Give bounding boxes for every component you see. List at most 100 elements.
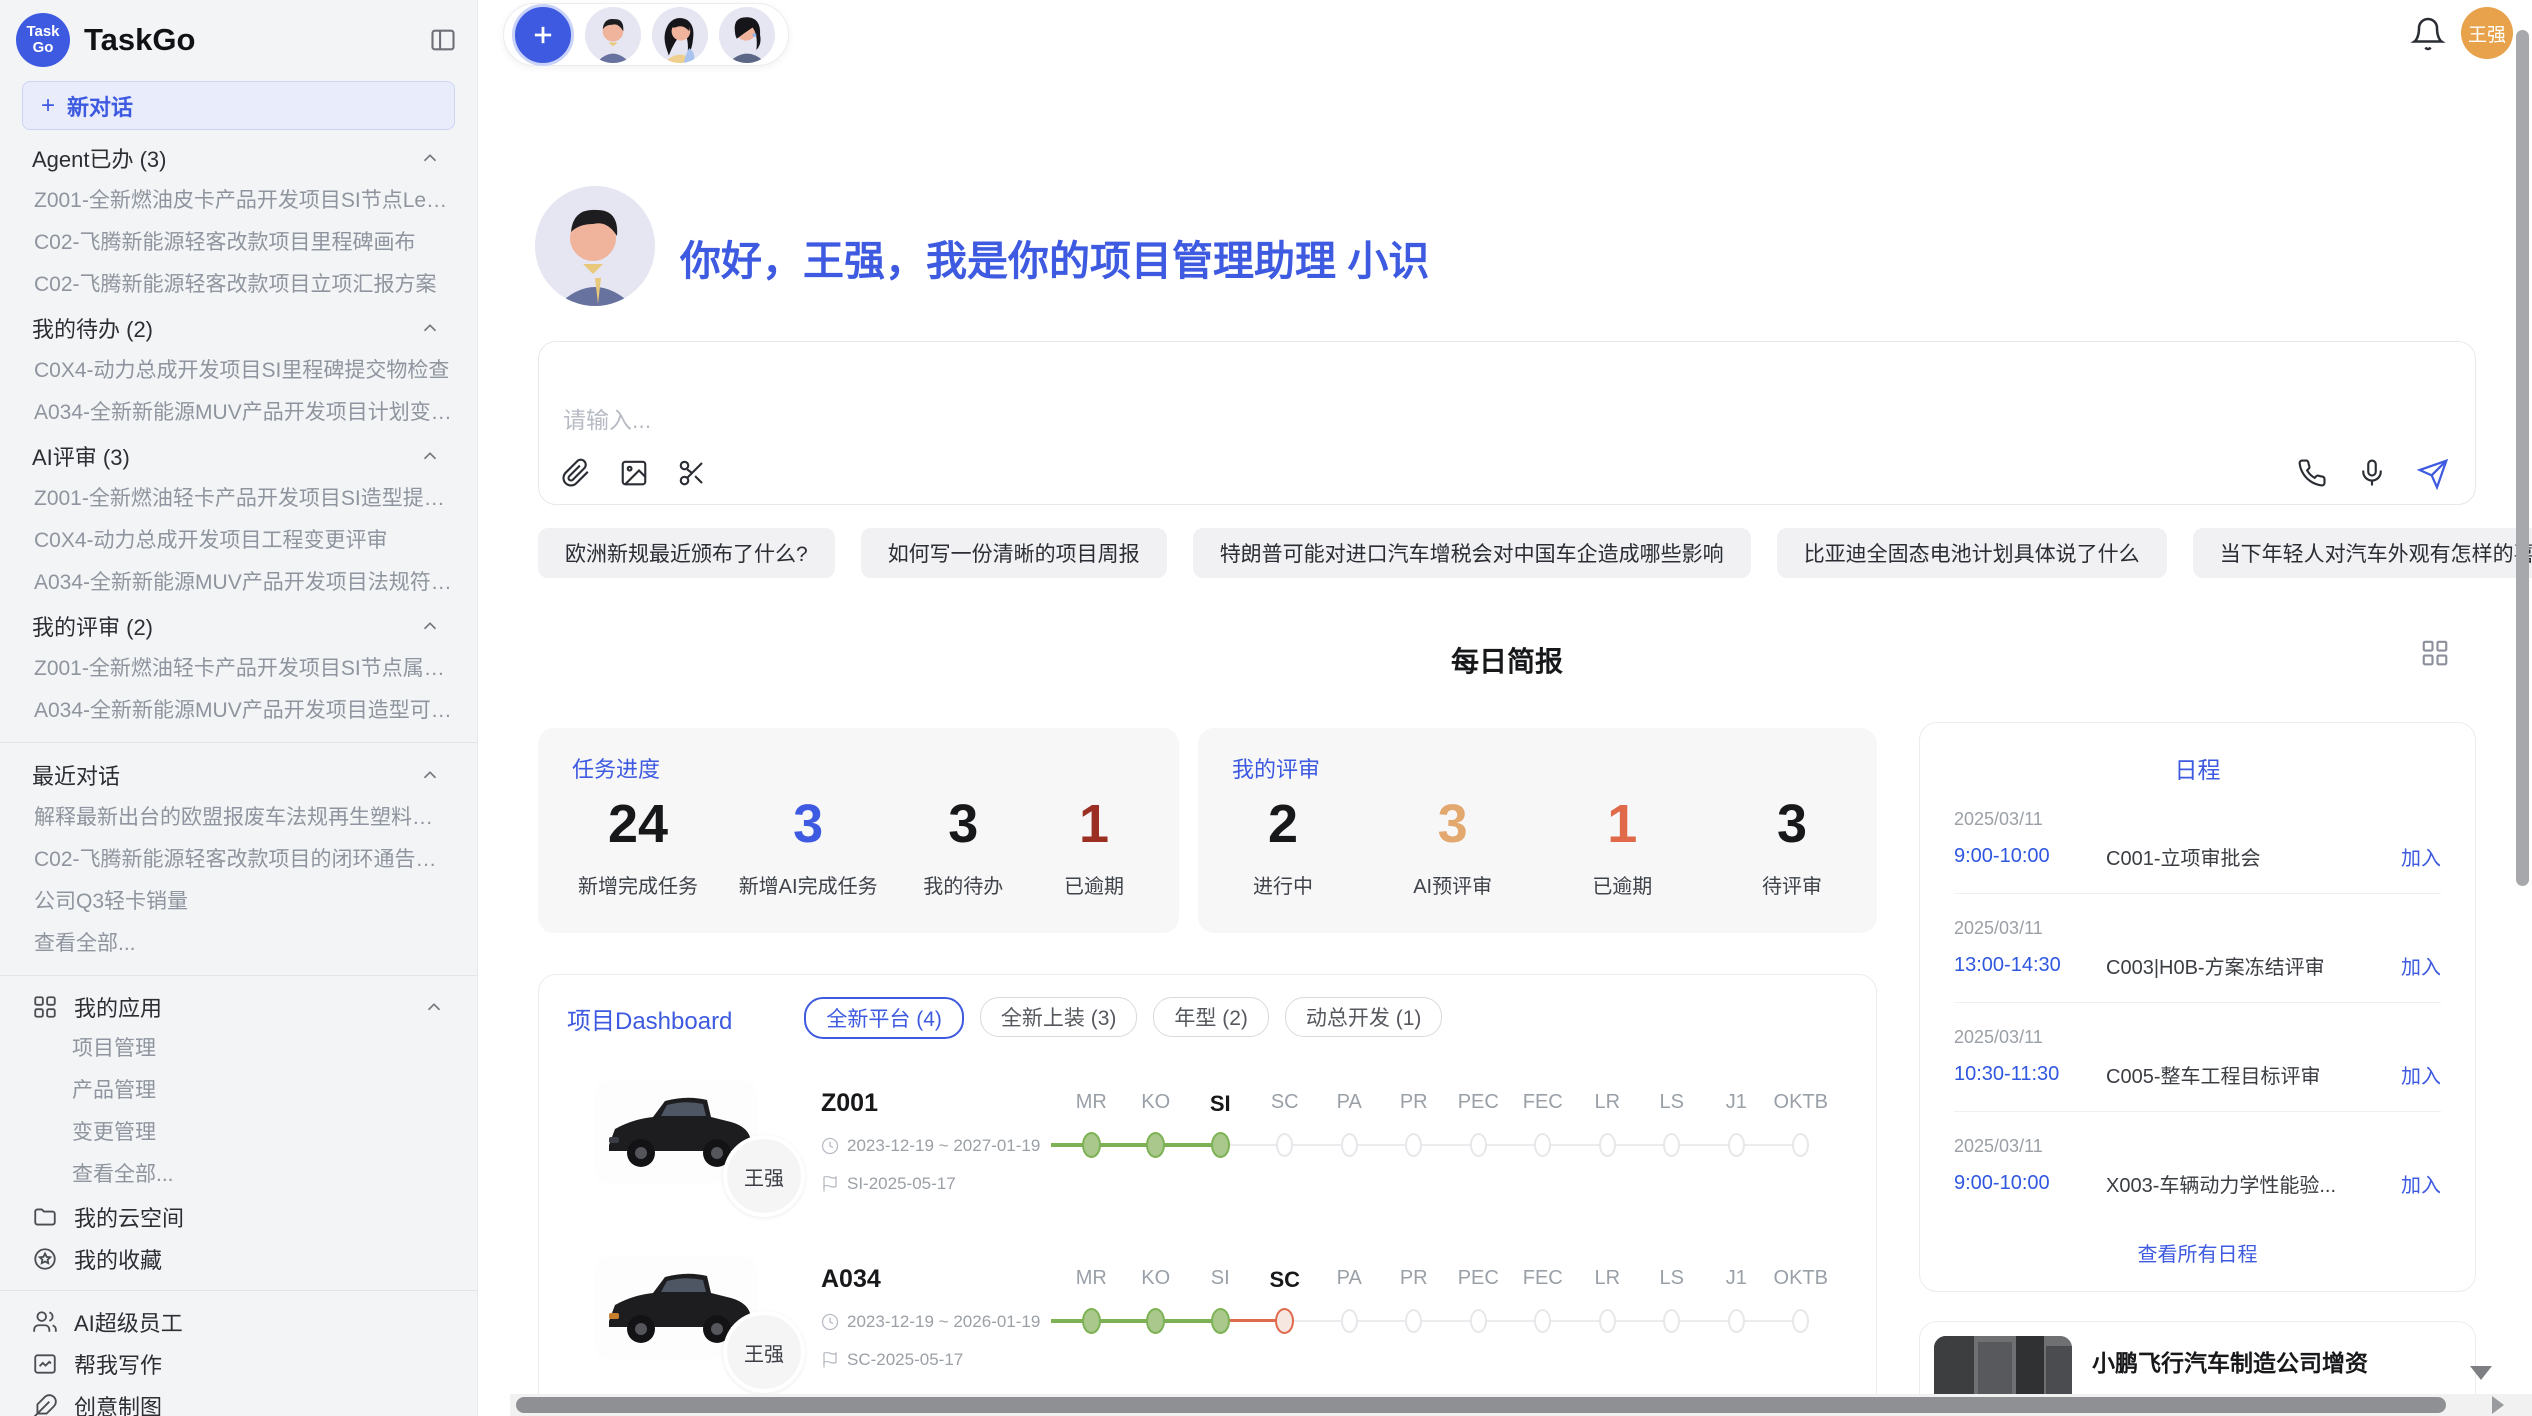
scissors-icon[interactable] <box>677 458 709 490</box>
owner-name: 王强 <box>744 1338 784 1367</box>
sidebar-item-product-mgmt[interactable]: 产品管理 <box>0 1070 477 1112</box>
chevron-up-icon[interactable] <box>419 615 441 637</box>
list-item[interactable]: A034-全新新能源MUV产品开发项目法规符合性评审 <box>0 562 477 604</box>
section-agent-done[interactable]: Agent已办 (3) <box>0 136 477 180</box>
list-item[interactable]: 解释最新出台的欧盟报废车法规再生塑料比例被调至15%... <box>0 797 477 839</box>
view-all-chats[interactable]: 查看全部... <box>0 923 477 965</box>
chevron-up-icon[interactable] <box>419 147 441 169</box>
sidebar-item-change-mgmt[interactable]: 变更管理 <box>0 1112 477 1154</box>
agent-avatar-1[interactable] <box>585 7 641 63</box>
list-item[interactable]: 公司Q3轻卡销量 <box>0 881 477 923</box>
section-label: 我的待办 (2) <box>32 312 153 344</box>
schedule-card: 日程 2025/03/11 9:00-10:00 C001-立项审批会 加入 2… <box>1919 722 2476 1292</box>
layout-grid-icon[interactable] <box>2420 638 2450 668</box>
user-avatar[interactable]: 王强 <box>2461 7 2513 59</box>
join-link[interactable]: 加入 <box>2401 951 2441 980</box>
stat-new-ai-done: 3 新增AI完成任务 <box>739 794 878 899</box>
list-item[interactable]: Z001-全新燃油轻卡产品开发项目SI节点属性5D文件评审 <box>0 648 477 690</box>
sidebar-item-help-me-write[interactable]: 帮我写作 <box>0 1343 477 1385</box>
sidebar-item-creative-drawing[interactable]: 创意制图 <box>0 1385 477 1416</box>
schedule-item[interactable]: 2025/03/11 10:30-11:30 C005-整车工程目标评审 加入 <box>1954 1003 2441 1112</box>
milestone-timeline: MR KO SI SC PA PR PEC FEC LR LS J1 OKTB <box>1019 1257 1839 1403</box>
list-item[interactable]: C0X4-动力总成开发项目工程变更评审 <box>0 520 477 562</box>
section-my-review[interactable]: 我的评审 (2) <box>0 604 477 648</box>
chevron-up-icon[interactable] <box>419 764 441 786</box>
list-item[interactable]: C02-飞腾新能源轻客改款项目的闭环通告反馈情况 <box>0 839 477 881</box>
microphone-icon[interactable] <box>2357 458 2389 490</box>
sidebar-item-project-mgmt[interactable]: 项目管理 <box>0 1028 477 1070</box>
apps-grid-icon <box>32 994 58 1020</box>
suggestion-chip[interactable]: 当下年轻人对汽车外观有怎样的喜好趋势 <box>2193 528 2532 578</box>
agent-avatar-3[interactable] <box>719 7 775 63</box>
new-chat-button[interactable]: + 新对话 <box>22 81 455 130</box>
section-my-todo[interactable]: 我的待办 (2) <box>0 306 477 350</box>
scroll-down-arrow-icon[interactable] <box>2470 1366 2492 1380</box>
section-recent-chats[interactable]: 最近对话 <box>0 753 477 797</box>
flag-text: SI-2025-05-17 <box>847 1174 956 1194</box>
add-agent-button[interactable] <box>512 4 574 66</box>
schedule-item[interactable]: 2025/03/11 13:00-14:30 C003|H0B-方案冻结评审 加… <box>1954 894 2441 1003</box>
milestone-dot <box>1276 1133 1293 1157</box>
collapse-sidebar-icon[interactable] <box>429 26 457 54</box>
suggestion-chip[interactable]: 如何写一份清晰的项目周报 <box>861 528 1167 578</box>
milestone-label: LS <box>1640 1267 1705 1293</box>
greeting-text: 你好，王强，我是你的项目管理助理 小识 <box>680 227 1429 287</box>
agent-avatar-2[interactable] <box>652 7 708 63</box>
suggestion-chips: 欧洲新规最近颁布了什么? 如何写一份清晰的项目周报 特朗普可能对进口汽车增税会对… <box>538 528 2483 578</box>
quill-pen-icon <box>32 1393 58 1416</box>
suggestion-chip[interactable]: 欧洲新规最近颁布了什么? <box>538 528 835 578</box>
list-item[interactable]: A034-全新新能源MUV产品开发项目造型可行性评审 <box>0 690 477 732</box>
notifications-bell-icon[interactable] <box>2410 16 2446 52</box>
schedule-date: 2025/03/11 <box>1954 1027 2441 1048</box>
sidebar-item-cloud-space[interactable]: 我的云空间 <box>0 1196 477 1238</box>
suggestion-chip[interactable]: 比亚迪全固态电池计划具体说了什么 <box>1777 528 2167 578</box>
project-row[interactable]: 王强 A034 2023-12-19 ~ 2026-01-19 SC-2025-… <box>567 1257 1876 1403</box>
project-row[interactable]: 王强 Z001 2023-12-19 ~ 2027-01-19 SI-2025-… <box>567 1081 1876 1227</box>
list-item[interactable]: C02-飞腾新能源轻客改款项目立项汇报方案 <box>0 264 477 306</box>
list-item[interactable]: C02-飞腾新能源轻客改款项目里程碑画布 <box>0 222 477 264</box>
attachment-icon[interactable] <box>561 458 593 490</box>
join-link[interactable]: 加入 <box>2401 1060 2441 1089</box>
tab-model-year[interactable]: 年型 (2) <box>1153 997 1269 1037</box>
list-item[interactable]: A034-全新新能源MUV产品开发项目计划变更表编写 <box>0 392 477 434</box>
list-item[interactable]: C0X4-动力总成开发项目SI里程碑提交物检查 <box>0 350 477 392</box>
voice-call-icon[interactable] <box>2297 458 2329 490</box>
sidebar-lists: Agent已办 (3) Z001-全新燃油皮卡产品开发项目SI节点Lesson … <box>0 130 477 1416</box>
vertical-scrollbar[interactable] <box>2516 30 2529 886</box>
view-all-schedule-link[interactable]: 查看所有日程 <box>1954 1238 2441 1267</box>
section-ai-review[interactable]: AI评审 (3) <box>0 434 477 478</box>
card-title: 我的评审 <box>1232 752 1843 784</box>
sidebar-item-ai-super-staff[interactable]: AI超级员工 <box>0 1301 477 1343</box>
send-icon[interactable] <box>2417 458 2449 490</box>
view-all-apps[interactable]: 查看全部... <box>0 1154 477 1196</box>
schedule-item[interactable]: 2025/03/11 9:00-10:00 C001-立项审批会 加入 <box>1954 785 2441 894</box>
logo-text-bottom: Go <box>33 40 54 56</box>
stat-value: 24 <box>578 794 698 854</box>
milestone-dot-done <box>1146 1132 1165 1158</box>
tab-new-platform[interactable]: 全新平台 (4) <box>804 997 964 1039</box>
scroll-right-arrow-icon[interactable] <box>2492 1396 2504 1414</box>
list-item[interactable]: Z001-全新燃油轻卡产品开发项目SI造型提交物评审 <box>0 478 477 520</box>
horizontal-scrollbar-thumb[interactable] <box>516 1397 2446 1413</box>
schedule-event-title: X003-车辆动力学性能验... <box>2106 1169 2387 1198</box>
new-chat-label: 新对话 <box>67 90 133 122</box>
image-upload-icon[interactable] <box>619 458 651 490</box>
list-item[interactable]: Z001-全新燃油皮卡产品开发项目SI节点Lesson Learn报告 <box>0 180 477 222</box>
plus-icon: + <box>41 92 55 120</box>
join-link[interactable]: 加入 <box>2401 1169 2441 1198</box>
join-link[interactable]: 加入 <box>2401 842 2441 871</box>
milestone-label: PEC <box>1446 1267 1511 1293</box>
chevron-up-icon[interactable] <box>419 317 441 339</box>
sidebar-item-favorites[interactable]: 我的收藏 <box>0 1238 477 1280</box>
composer-right-icons <box>2297 458 2449 490</box>
milestone-label: MR <box>1059 1267 1124 1293</box>
tab-powertrain[interactable]: 动总开发 (1) <box>1285 997 1443 1037</box>
chevron-up-icon[interactable] <box>423 996 445 1018</box>
suggestion-chip[interactable]: 特朗普可能对进口汽车增税会对中国车企造成哪些影响 <box>1193 528 1751 578</box>
milestone-dot <box>1470 1309 1487 1333</box>
chat-input[interactable] <box>561 406 1965 435</box>
section-my-apps[interactable]: 我的应用 <box>0 986 477 1028</box>
tab-new-body[interactable]: 全新上装 (3) <box>980 997 1138 1037</box>
schedule-item[interactable]: 2025/03/11 9:00-10:00 X003-车辆动力学性能验... 加… <box>1954 1112 2441 1220</box>
chevron-up-icon[interactable] <box>419 445 441 467</box>
